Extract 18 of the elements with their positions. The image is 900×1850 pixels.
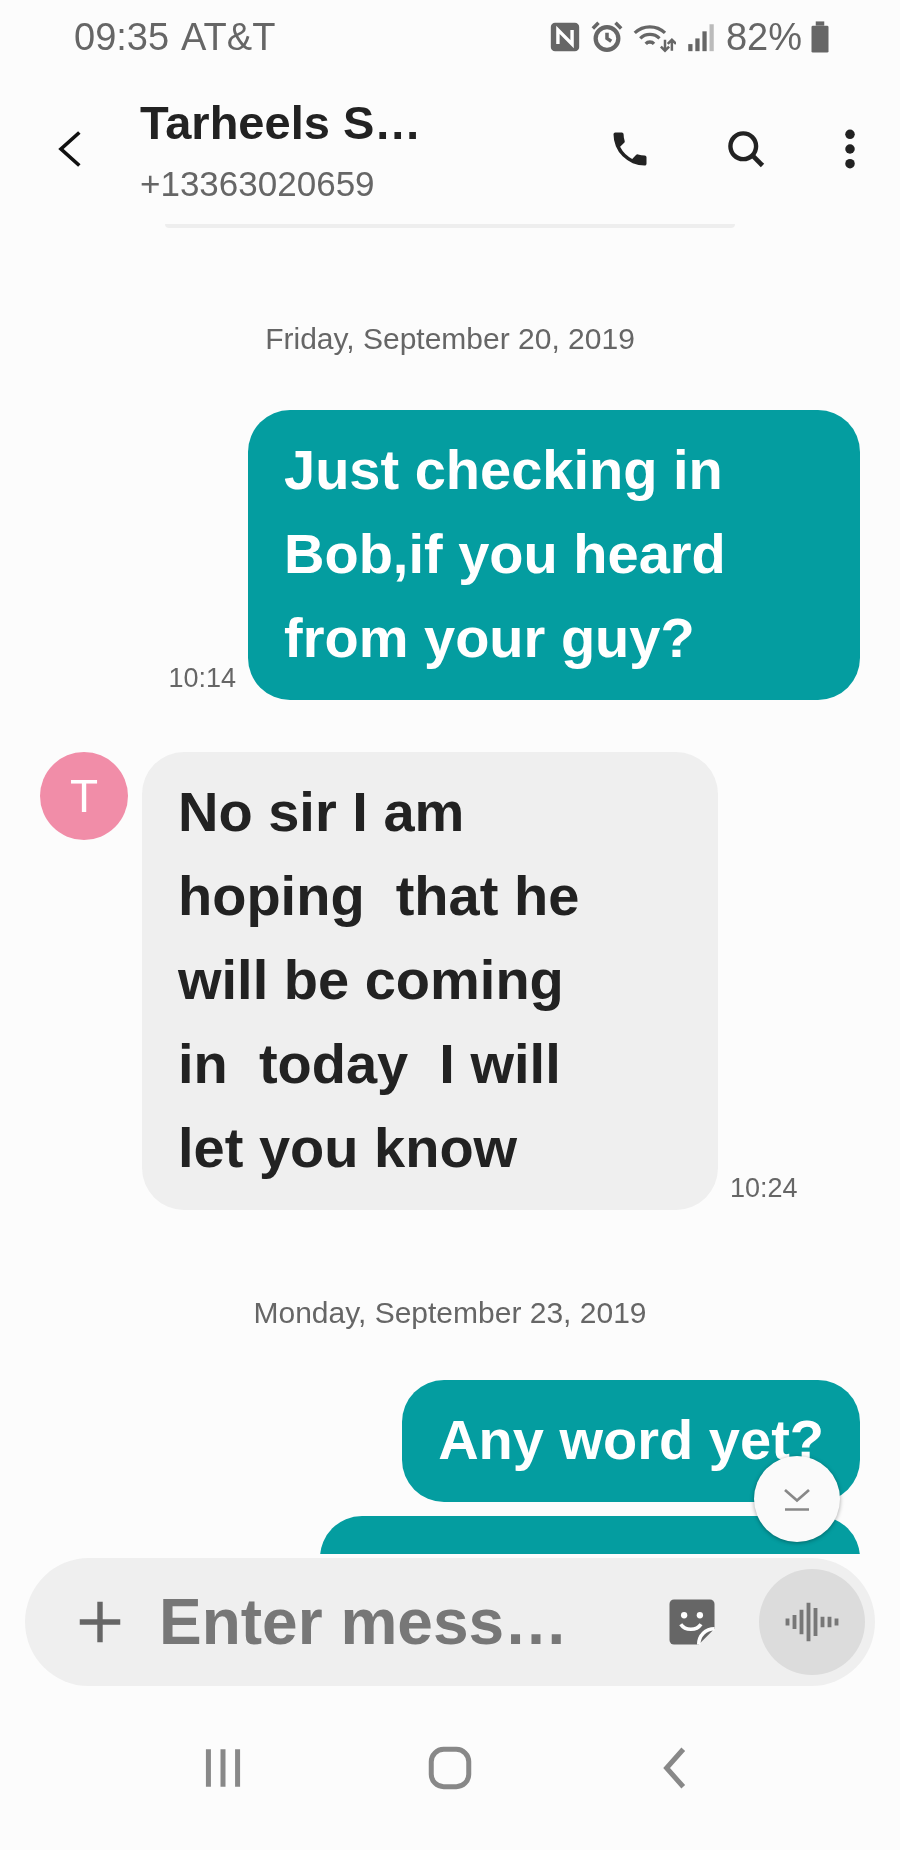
voice-wave-icon	[784, 1601, 840, 1643]
phone-number: +13363020659	[140, 163, 376, 204]
status-time: 09:35	[74, 15, 170, 59]
date-divider: Monday, September 23, 2019	[252, 1296, 648, 1330]
received-message-bubble: No sir I am hoping that he will be coming in today I will let you know	[142, 752, 718, 1210]
contact-name: Tarheels S…	[140, 94, 423, 150]
sent-message-bubble: Just checking in Bob,if you heard from your guy?	[248, 410, 860, 700]
carrier-name: AT&T	[181, 15, 276, 59]
battery-icon	[810, 20, 830, 54]
message-time: 10:14	[168, 663, 236, 694]
message-time: 10:24	[730, 1173, 798, 1204]
message-input-bar[interactable]: Enter mess…	[25, 1558, 875, 1686]
date-divider: Friday, September 20, 2019	[264, 322, 636, 356]
battery-percent: 82%	[725, 15, 802, 59]
alarm-icon	[589, 20, 624, 54]
sent-message-bubble: Any word yet?	[402, 1380, 860, 1502]
contact-avatar: T	[40, 752, 128, 840]
message-input-field[interactable]: Enter mess…	[147, 1585, 645, 1659]
